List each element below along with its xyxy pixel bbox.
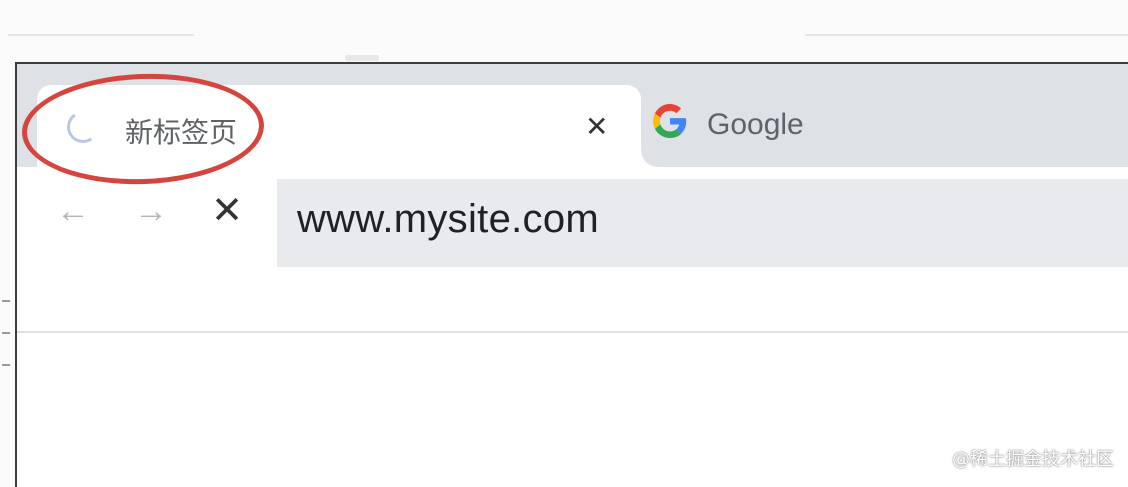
screenshot: 新标签页 ✕ Google ← → ✕ www.mysite.com @稀土掘金… bbox=[0, 0, 1128, 487]
background-handle bbox=[345, 55, 379, 61]
left-edge-marks bbox=[0, 300, 14, 410]
stop-loading-icon[interactable]: ✕ bbox=[207, 191, 247, 231]
forward-arrow-icon[interactable]: → bbox=[131, 191, 171, 231]
google-g-icon bbox=[653, 104, 687, 138]
back-arrow-icon[interactable]: ← bbox=[53, 191, 93, 231]
url-text: www.mysite.com bbox=[297, 197, 600, 241]
tab-title: Google bbox=[707, 108, 804, 141]
navigation-toolbar: ← → ✕ www.mysite.com bbox=[17, 167, 1128, 333]
watermark: @稀土掘金技术社区 bbox=[952, 449, 1114, 470]
address-bar[interactable]: www.mysite.com bbox=[277, 179, 1128, 267]
close-icon[interactable]: ✕ bbox=[585, 113, 608, 141]
background-divider bbox=[8, 34, 194, 36]
tab-google[interactable]: Google bbox=[647, 88, 1127, 158]
background-divider bbox=[805, 34, 1128, 36]
